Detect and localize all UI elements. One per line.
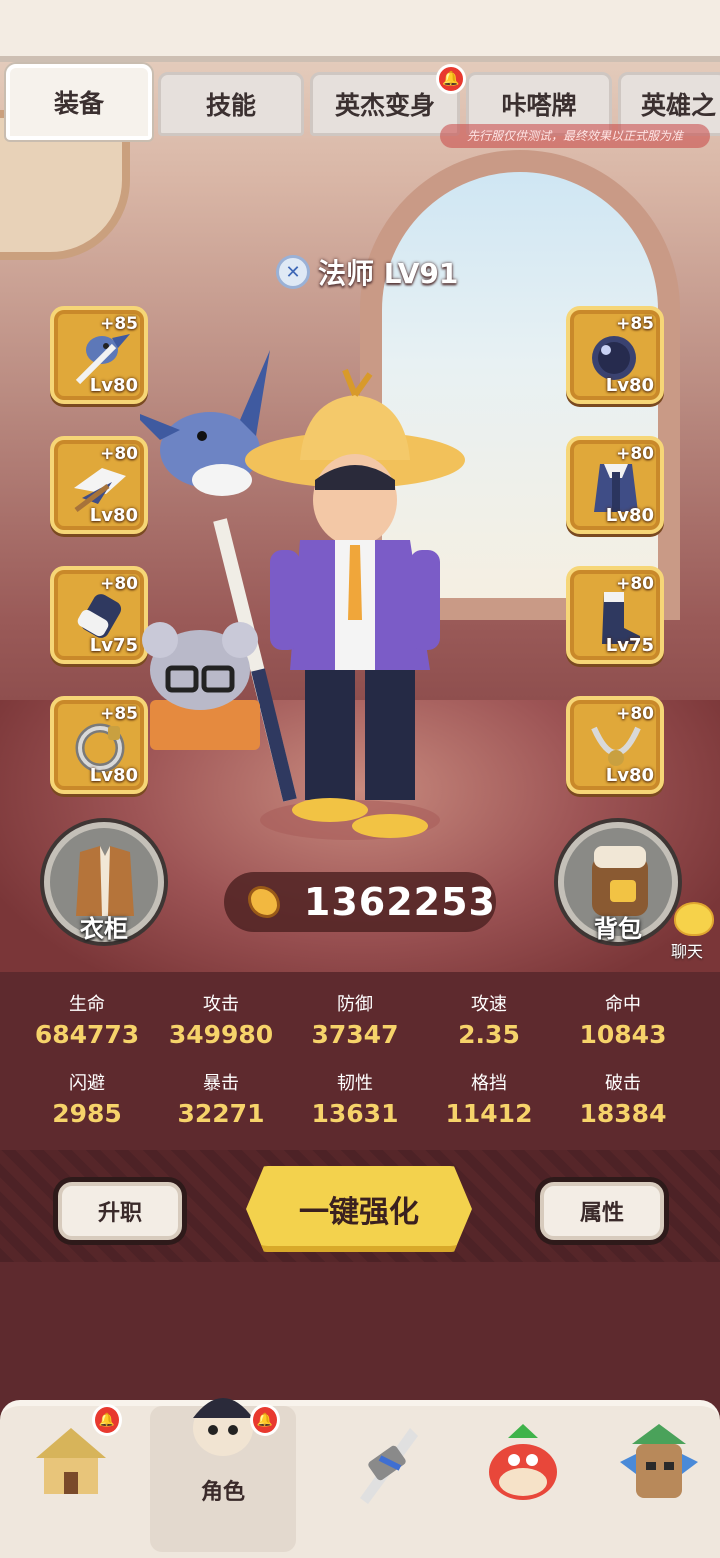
pet-icon bbox=[489, 1424, 557, 1500]
stat-label: 暴击 bbox=[203, 1073, 239, 1094]
class-level: 法师 LV91 bbox=[318, 257, 459, 290]
enhance-level: +80 bbox=[100, 574, 138, 594]
weapon-icon bbox=[360, 1428, 418, 1504]
stat-value: 684773 bbox=[34, 1020, 140, 1049]
combat-power: 1362253 bbox=[224, 872, 496, 932]
tab-skills[interactable]: 技能 bbox=[158, 72, 304, 136]
tab-label: 英雄之 bbox=[641, 91, 717, 120]
equip-slot-right-1[interactable]: +85 Lv80 bbox=[566, 306, 664, 404]
combat-power-value: 1362253 bbox=[303, 880, 496, 924]
nav-totem[interactable] bbox=[592, 1406, 720, 1552]
enhance-level: +80 bbox=[100, 444, 138, 464]
tab-equipment[interactable]: 装备 bbox=[6, 64, 152, 140]
stat-label: 防御 bbox=[337, 994, 373, 1015]
backpack-icon bbox=[592, 846, 648, 916]
test-server-notice: 先行服仅供测试，最终效果以正式服为准 bbox=[440, 124, 710, 148]
tab-label: 英杰变身 bbox=[334, 91, 435, 120]
stat-label: 闪避 bbox=[69, 1073, 105, 1094]
stat-defense: 防御 37347 bbox=[290, 990, 420, 1049]
item-level: Lv80 bbox=[89, 375, 138, 396]
mage-class-icon: ✕ bbox=[276, 255, 310, 289]
stat-value: 10843 bbox=[579, 1020, 667, 1049]
enhance-level: +80 bbox=[616, 444, 654, 464]
tab-label: 咔嗒牌 bbox=[501, 91, 577, 120]
stat-label: 韧性 bbox=[337, 1073, 373, 1094]
nav-pet[interactable] bbox=[456, 1406, 590, 1552]
wardrobe-button[interactable]: 衣柜 bbox=[44, 822, 164, 943]
chat-label: 聊天 bbox=[670, 942, 703, 961]
stat-value: 18384 bbox=[579, 1099, 667, 1128]
stat-value: 349980 bbox=[168, 1020, 274, 1049]
chat-emoji-icon bbox=[674, 902, 714, 936]
stat-value: 11412 bbox=[445, 1099, 533, 1128]
class-header: ✕ 法师 LV91 bbox=[276, 252, 458, 292]
item-level: Lv80 bbox=[89, 765, 138, 786]
stat-value: 13631 bbox=[311, 1099, 399, 1128]
stat-label: 攻击 bbox=[203, 994, 239, 1015]
enhance-level: +85 bbox=[616, 314, 654, 334]
enhance-level: +80 bbox=[616, 704, 654, 724]
enhance-level: +85 bbox=[100, 314, 138, 334]
enhance-level: +85 bbox=[100, 704, 138, 724]
stat-attack: 攻击 349980 bbox=[156, 990, 286, 1049]
item-level: Lv80 bbox=[605, 765, 654, 786]
nav-weapon[interactable] bbox=[318, 1406, 452, 1552]
stat-break: 破击 18384 bbox=[558, 1069, 688, 1128]
attributes-button[interactable]: 属性 bbox=[540, 1182, 664, 1240]
equip-slot-right-3[interactable]: +80 Lv75 bbox=[566, 566, 664, 664]
enhance-all-label: 一键强化 bbox=[299, 1195, 419, 1230]
equip-slot-right-2[interactable]: +80 Lv80 bbox=[566, 436, 664, 534]
stat-value: 2.35 bbox=[458, 1020, 520, 1049]
bell-icon: 🔔 bbox=[92, 1404, 122, 1436]
equip-slot-left-3[interactable]: +80 Lv75 bbox=[50, 566, 148, 664]
equip-slot-right-4[interactable]: +80 Lv80 bbox=[566, 696, 664, 794]
equip-slot-left-4[interactable]: +85 Lv80 bbox=[50, 696, 148, 794]
enhance-all-button[interactable]: 一键强化 bbox=[246, 1166, 472, 1252]
nav-character-label: 角色 bbox=[200, 1480, 245, 1505]
bell-icon: 🔔 bbox=[436, 64, 466, 94]
promote-button[interactable]: 升职 bbox=[58, 1182, 182, 1240]
stat-label: 破击 bbox=[605, 1073, 641, 1094]
game-screen: 装备 技能 英杰变身 咔嗒牌 英雄之 🔔 先行服仅供测试，最终效果以正式服为准 … bbox=[0, 0, 720, 1558]
chat-button[interactable]: 聊天 bbox=[654, 896, 720, 966]
totem-icon bbox=[620, 1424, 698, 1498]
tab-label: 装备 bbox=[53, 89, 104, 118]
strength-icon bbox=[248, 886, 280, 918]
bell-icon: 🔔 bbox=[250, 1404, 280, 1436]
stat-crit: 暴击 32271 bbox=[156, 1069, 286, 1128]
stat-value: 32271 bbox=[177, 1099, 265, 1128]
stat-attack-speed: 攻速 2.35 bbox=[424, 990, 554, 1049]
item-level: Lv75 bbox=[89, 635, 138, 656]
item-level: Lv75 bbox=[605, 635, 654, 656]
top-bar bbox=[0, 0, 720, 62]
item-level: Lv80 bbox=[605, 505, 654, 526]
stat-toughness: 韧性 13631 bbox=[290, 1069, 420, 1128]
character-model bbox=[140, 350, 465, 840]
equip-slot-left-2[interactable]: +80 Lv80 bbox=[50, 436, 148, 534]
stat-label: 格挡 bbox=[471, 1073, 507, 1094]
stat-label: 生命 bbox=[69, 994, 105, 1015]
stat-accuracy: 命中 10843 bbox=[558, 990, 688, 1049]
equip-slot-left-1[interactable]: +85 Lv80 bbox=[50, 306, 148, 404]
item-level: Lv80 bbox=[605, 375, 654, 396]
wardrobe-label: 衣柜 bbox=[80, 915, 128, 943]
stat-value: 37347 bbox=[311, 1020, 399, 1049]
tab-label: 技能 bbox=[205, 91, 256, 120]
item-level: Lv80 bbox=[89, 505, 138, 526]
stat-label: 攻速 bbox=[471, 994, 507, 1015]
stat-value: 2985 bbox=[52, 1099, 122, 1128]
stat-block: 格挡 11412 bbox=[424, 1069, 554, 1128]
stat-dodge: 闪避 2985 bbox=[22, 1069, 152, 1128]
attributes-label: 属性 bbox=[579, 1201, 624, 1226]
promote-label: 升职 bbox=[97, 1201, 142, 1226]
enhance-level: +80 bbox=[616, 574, 654, 594]
stat-hp: 生命 684773 bbox=[22, 990, 152, 1049]
stat-label: 命中 bbox=[605, 994, 641, 1015]
